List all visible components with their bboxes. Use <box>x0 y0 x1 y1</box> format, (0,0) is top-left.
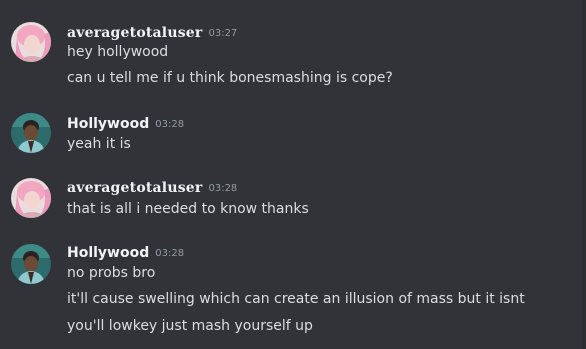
message-text: can u tell me if u think bonesmashing is… <box>67 70 393 86</box>
username[interactable]: Hollywood <box>67 245 149 261</box>
avatar[interactable] <box>11 178 51 218</box>
avatar[interactable] <box>11 113 51 153</box>
message-text: no probs bro <box>67 265 156 281</box>
man-portrait-avatar-icon <box>11 244 51 284</box>
timestamp: 03:28 <box>155 248 185 259</box>
message-text: that is all i needed to know thanks <box>67 201 309 217</box>
username[interactable]: averagetotaluser <box>67 180 202 196</box>
scrollbar-track[interactable] <box>582 0 586 349</box>
message-text: hey hollywood <box>67 44 169 60</box>
message-header: averagetotaluser 03:28 <box>67 178 237 199</box>
message-text: it'll cause swelling which can create an… <box>67 291 525 307</box>
avatar[interactable] <box>11 22 51 62</box>
message-header: Hollywood 03:28 <box>67 243 184 264</box>
avatar[interactable] <box>11 244 51 284</box>
username[interactable]: Hollywood <box>67 116 149 132</box>
message-header: averagetotaluser 03:27 <box>67 23 237 44</box>
timestamp: 03:28 <box>208 183 238 194</box>
message-text: you'll lowkey just mash yourself up <box>67 318 313 334</box>
timestamp: 03:27 <box>208 28 238 39</box>
pink-hair-avatar-icon <box>11 178 51 218</box>
message-header: Hollywood 03:28 <box>67 114 184 135</box>
username[interactable]: averagetotaluser <box>67 25 202 41</box>
message-group: averagetotaluser 03:28 that is all i need… <box>0 172 580 232</box>
man-portrait-avatar-icon <box>11 113 51 153</box>
message-group: Hollywood 03:28 yeah it is <box>0 106 580 166</box>
pink-hair-avatar-icon <box>11 22 51 62</box>
message-group: Hollywood 03:28 no probs bro it'll cause … <box>0 238 580 348</box>
timestamp: 03:28 <box>155 119 185 130</box>
message-group: averagetotaluser 03:27 hey hollywood can … <box>0 0 580 100</box>
message-text: yeah it is <box>67 136 131 152</box>
